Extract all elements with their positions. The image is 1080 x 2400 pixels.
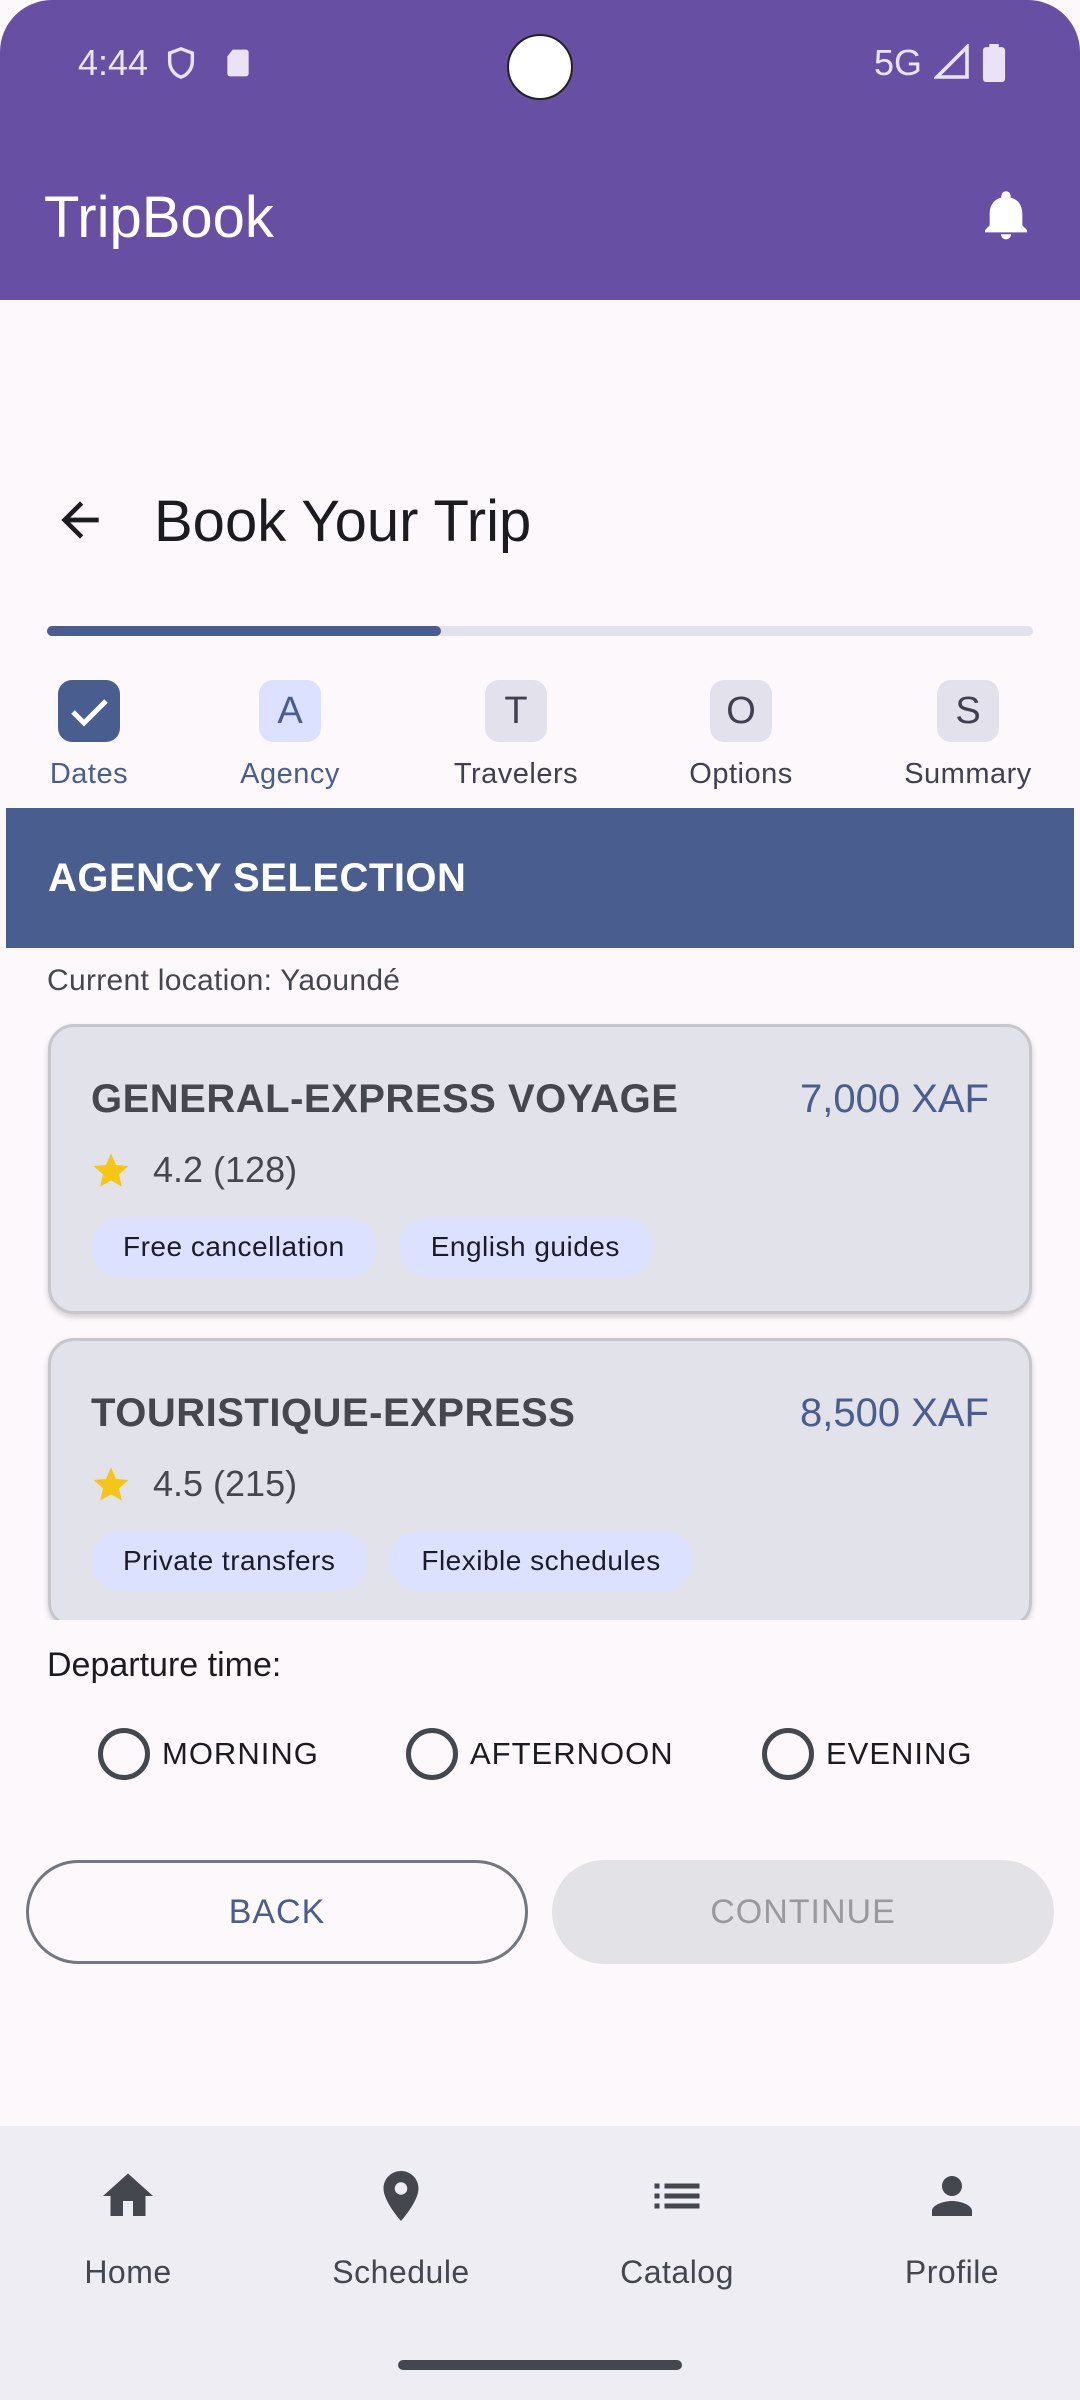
nav-label: Home [84, 2254, 172, 2290]
agency-price: 7,000 XAF [799, 1077, 989, 1121]
step-badge-options: O [710, 680, 772, 742]
section-header: AGENCY SELECTION [6, 808, 1074, 948]
step-label: Summary [904, 758, 1032, 790]
radio-button[interactable] [98, 1728, 150, 1780]
agency-price: 8,500 XAF [799, 1391, 989, 1435]
agency-card-general-express[interactable]: GENERAL-EXPRESS VOYAGE 7,000 XAF 4.2 (12… [48, 1024, 1032, 1314]
star-icon [93, 1467, 129, 1501]
step-label: Dates [49, 758, 129, 790]
step-badge-dates [58, 680, 120, 742]
feature-chip: Private transfers [91, 1531, 368, 1591]
radio-button[interactable] [406, 1728, 458, 1780]
step-badge-agency: A [259, 680, 321, 742]
step-badge-travelers: T [485, 680, 547, 742]
step-label: Agency [240, 758, 340, 790]
step-options[interactable]: O Options [661, 680, 821, 791]
nav-label: Profile [904, 2254, 1000, 2290]
step-travelers[interactable]: T Travelers [436, 680, 596, 791]
nav-label: Catalog [620, 2254, 734, 2290]
step-badge-summary: S [937, 680, 999, 742]
home-icon [103, 2173, 153, 2216]
current-location: Current location: Yaoundé [47, 964, 401, 997]
network-type: 5G [874, 42, 923, 83]
step-agency[interactable]: A Agency [210, 680, 370, 791]
nav-home[interactable]: Home [28, 2166, 228, 2291]
nav-catalog[interactable]: Catalog [577, 2166, 777, 2291]
camera-cutout [507, 34, 573, 100]
home-indicator[interactable] [398, 2360, 682, 2370]
radio-label: EVENING [826, 1736, 973, 1771]
departure-option-afternoon[interactable]: AFTERNOON [406, 1728, 674, 1780]
rating-value: 4.2 (128) [153, 1149, 298, 1190]
agency-list[interactable]: GENERAL-EXPRESS VOYAGE 7,000 XAF 4.2 (12… [0, 1010, 1080, 1620]
page-title: Book Your Trip [154, 489, 532, 554]
radio-label: AFTERNOON [470, 1736, 674, 1771]
booking-progress-bar [47, 626, 1033, 636]
feature-chip: Flexible schedules [389, 1531, 693, 1591]
agency-rating: 4.2 (128) [91, 1147, 297, 1193]
back-button[interactable]: BACK [26, 1860, 528, 1964]
person-icon [932, 2176, 972, 2216]
list-icon [654, 2183, 700, 2209]
nav-profile[interactable]: Profile [852, 2166, 1052, 2291]
agency-card-touristique-express[interactable]: TOURISTIQUE-EXPRESS 8,500 XAF 4.5 (215) … [48, 1338, 1032, 1620]
status-bar: 4:44 5G [0, 0, 1080, 132]
step-label: Options [689, 758, 793, 790]
step-label: Travelers [453, 758, 579, 790]
continue-button[interactable]: CONTINUE [552, 1860, 1054, 1964]
departure-time-label: Departure time: [47, 1646, 282, 1684]
agency-tags: Free cancellation English guides [91, 1217, 674, 1277]
agency-name: TOURISTIQUE-EXPRESS [91, 1391, 576, 1435]
nav-schedule[interactable]: Schedule [301, 2166, 501, 2291]
radio-label: MORNING [162, 1736, 319, 1771]
notification-bell-icon[interactable] [978, 188, 1034, 244]
back-arrow-icon[interactable] [52, 492, 108, 548]
app-title: TripBook [44, 185, 274, 250]
location-pin-icon [383, 2171, 419, 2221]
departure-option-morning[interactable]: MORNING [98, 1728, 319, 1780]
progress-fill [47, 626, 442, 636]
step-dates[interactable]: Dates [9, 680, 169, 791]
agency-tags: Private transfers Flexible schedules [91, 1531, 715, 1591]
feature-chip: English guides [398, 1217, 652, 1277]
agency-rating: 4.5 (215) [91, 1461, 297, 1507]
rating-value: 4.5 (215) [153, 1463, 298, 1504]
section-title: AGENCY SELECTION [48, 856, 467, 900]
agency-name: GENERAL-EXPRESS VOYAGE [91, 1077, 679, 1121]
battery-icon [982, 44, 1006, 82]
shield-icon [167, 47, 195, 79]
step-summary[interactable]: S Summary [888, 680, 1048, 791]
feature-chip: Free cancellation [91, 1217, 377, 1277]
nav-label: Schedule [332, 2254, 470, 2290]
sd-card-icon [227, 49, 249, 77]
radio-button[interactable] [762, 1728, 814, 1780]
app-bar: 4:44 5G TripBook [0, 0, 1080, 300]
checkmark-icon [71, 699, 108, 727]
bottom-navigation: Home Schedule Catalog Profile [0, 2126, 1080, 2400]
signal-icon [934, 44, 969, 79]
status-time: 4:44 [78, 42, 149, 83]
departure-option-evening[interactable]: EVENING [762, 1728, 973, 1780]
star-icon [93, 1153, 129, 1187]
